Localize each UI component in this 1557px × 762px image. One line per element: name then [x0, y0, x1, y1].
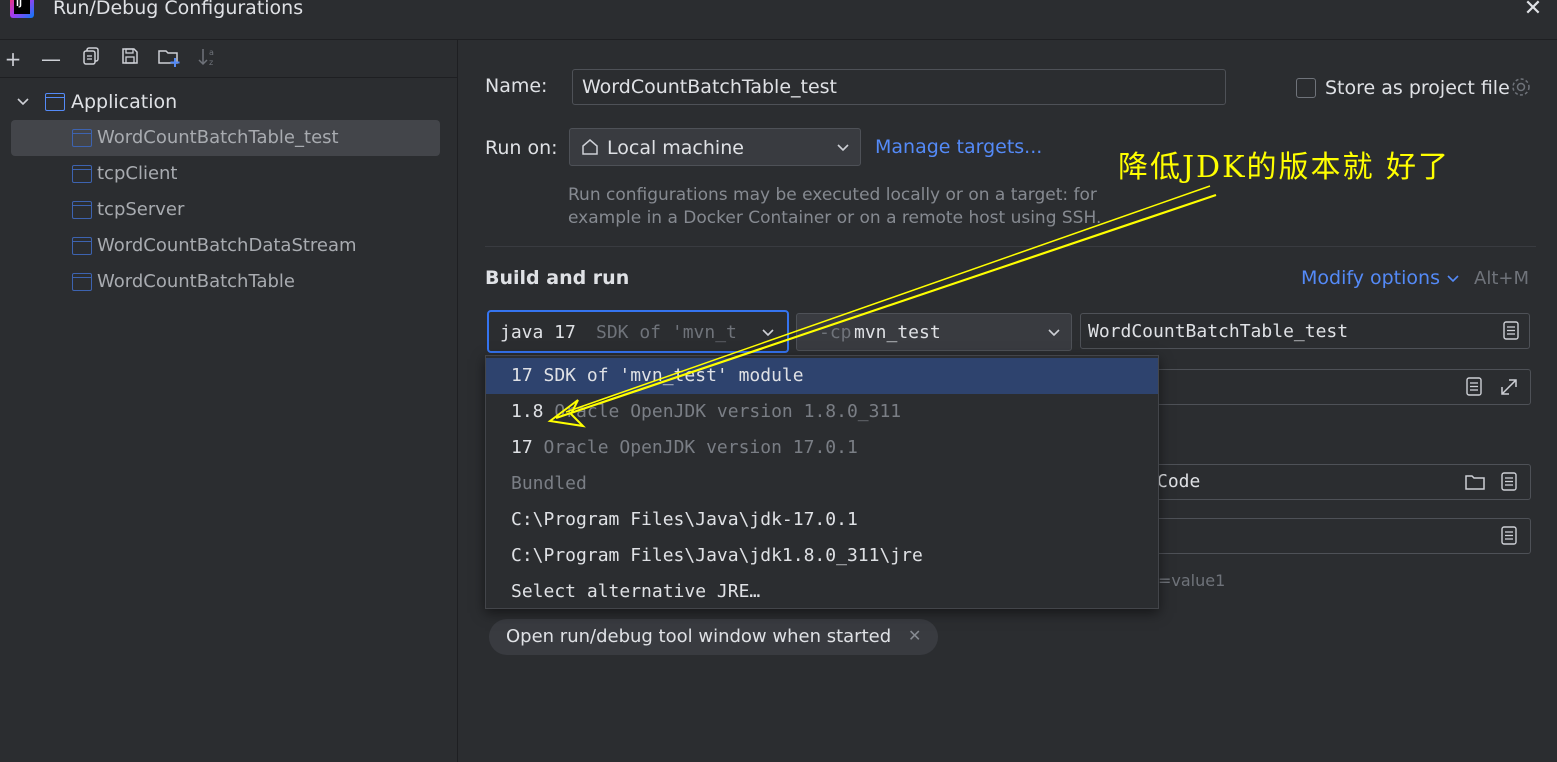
close-icon[interactable]: ✕	[908, 626, 921, 645]
sort-icon[interactable]: az	[195, 46, 221, 72]
annotation-text: 降低JDK的版本就 好了	[1118, 150, 1451, 185]
run-on-dropdown[interactable]: Local machine	[569, 128, 861, 166]
jre-value: java 17	[500, 322, 576, 343]
jre-option-main: C:\Program Files\Java\jdk-17.0.1	[511, 509, 858, 530]
jre-sub-value: SDK of 'mvn_t	[596, 322, 737, 343]
home-icon	[581, 138, 599, 161]
jre-option[interactable]: 17 SDK of 'mvn_test' module	[486, 358, 1158, 394]
run-on-hint-line-2: example in a Docker Container or on a re…	[568, 208, 1102, 228]
store-as-project-file-checkbox[interactable]	[1296, 78, 1316, 98]
run-on-value: Local machine	[607, 137, 744, 159]
modify-options-shortcut: Alt+M	[1474, 268, 1529, 289]
program-arguments-field[interactable]	[1150, 369, 1531, 405]
tag-label: Open run/debug tool window when started	[506, 626, 892, 647]
main-class-value: WordCountBatchTable_test	[1088, 321, 1349, 342]
chevron-down-icon[interactable]	[1446, 270, 1460, 291]
application-config-icon	[72, 129, 92, 147]
add-icon[interactable]: +	[0, 46, 26, 72]
application-config-icon	[72, 201, 92, 219]
tree-item-wordcountbatchtable-test[interactable]: WordCountBatchTable_test	[0, 121, 458, 155]
chevron-down-icon	[1047, 324, 1061, 345]
main-class-field[interactable]: WordCountBatchTable_test	[1080, 313, 1530, 349]
jre-option-sub: Bundled	[511, 473, 587, 494]
jre-popup-list: 17 SDK of 'mvn_test' module 1.8 Oracle O…	[485, 355, 1159, 609]
jre-option[interactable]: C:\Program Files\Java\jdk1.8.0_311\jre	[486, 538, 1158, 574]
document-icon[interactable]	[1501, 320, 1521, 347]
jre-option[interactable]: 17 Oracle OpenJDK version 17.0.1	[486, 430, 1158, 466]
chevron-down-icon	[836, 139, 850, 160]
tree-item-label: tcpServer	[97, 199, 185, 220]
manage-targets-link[interactable]: Manage targets...	[875, 136, 1042, 158]
name-label: Name:	[485, 75, 548, 97]
jre-option-main: C:\Program Files\Java\jdk1.8.0_311\jre	[511, 545, 923, 566]
application-config-icon	[72, 165, 92, 183]
jre-option-sub: Oracle OpenJDK version 1.8.0_311	[554, 401, 902, 422]
tree-item-tcpclient[interactable]: tcpClient	[0, 157, 458, 191]
tree-item-label: WordCountBatchTable_test	[97, 127, 339, 148]
working-directory-value: Code	[1157, 471, 1201, 492]
jre-option-main: 17 SDK of 'mvn_test' module	[511, 365, 804, 386]
tree-item-label: WordCountBatchDataStream	[97, 235, 357, 256]
application-icon	[45, 93, 65, 111]
window-title: Run/Debug Configurations	[53, 0, 304, 19]
tree-item-wordcountbatchtable[interactable]: WordCountBatchTable	[0, 265, 458, 299]
tree-item-tcpserver[interactable]: tcpServer	[0, 193, 458, 227]
jre-option[interactable]: Select alternative JRE…	[486, 574, 1158, 610]
classpath-prefix: -cp	[819, 322, 852, 343]
logo-text: IJ	[14, 0, 30, 14]
application-config-icon	[72, 237, 92, 255]
tree-item-label: WordCountBatchTable	[97, 271, 296, 292]
tree-group-label: Application	[71, 91, 178, 113]
name-field[interactable]: WordCountBatchTable_test	[572, 69, 1226, 105]
gear-icon[interactable]	[1509, 75, 1533, 104]
chevron-down-icon	[761, 324, 775, 345]
jre-option[interactable]: C:\Program Files\Java\jdk-17.0.1	[486, 502, 1158, 538]
environment-variables-field[interactable]	[1150, 518, 1531, 554]
classpath-dropdown[interactable]: -cp mvn_test	[796, 313, 1072, 351]
store-as-project-file-label[interactable]: Store as project file	[1325, 77, 1510, 99]
document-icon[interactable]	[1464, 376, 1484, 403]
application-config-icon	[72, 273, 92, 291]
tree-group-application[interactable]: Application	[0, 85, 458, 119]
expand-icon[interactable]	[1498, 376, 1520, 403]
remove-icon[interactable]: —	[38, 46, 64, 72]
jre-option-main: 17	[511, 437, 533, 458]
jre-option[interactable]: 1.8 Oracle OpenJDK version 1.8.0_311	[486, 394, 1158, 430]
sidebar-toolbar: + — az	[0, 40, 458, 78]
section-divider	[485, 246, 1536, 247]
document-icon[interactable]	[1499, 471, 1519, 498]
document-icon[interactable]	[1499, 525, 1519, 552]
tree-item-label: tcpClient	[97, 163, 178, 184]
jre-option-main: 1.8	[511, 401, 544, 422]
jre-dropdown[interactable]: java 17 SDK of 'mvn_t	[487, 310, 789, 353]
close-icon[interactable]: ✕	[1520, 0, 1546, 22]
jre-option-group-header: Bundled	[486, 466, 1158, 502]
run-on-hint-line-1: Run configurations may be executed local…	[568, 185, 1097, 205]
new-folder-icon[interactable]	[156, 46, 182, 72]
working-directory-field[interactable]: Code	[1150, 464, 1531, 500]
folder-icon[interactable]	[1464, 472, 1486, 497]
svg-text:a: a	[209, 48, 214, 57]
build-and-run-heading: Build and run	[485, 267, 630, 289]
save-icon[interactable]	[117, 46, 143, 72]
run-on-label: Run on:	[485, 137, 558, 159]
svg-text:z: z	[209, 58, 213, 67]
classpath-value: mvn_test	[854, 322, 941, 343]
jre-option-sub: Oracle OpenJDK version 17.0.1	[543, 437, 858, 458]
modify-options-link[interactable]: Modify options	[1301, 267, 1440, 289]
name-field-value: WordCountBatchTable_test	[582, 76, 837, 98]
open-tool-window-tag[interactable]: Open run/debug tool window when started …	[489, 619, 938, 655]
copy-icon[interactable]	[78, 46, 104, 72]
tree-item-wordcountbatchdatastream[interactable]: WordCountBatchDataStream	[0, 229, 458, 263]
environment-variables-hint: =value1	[1158, 571, 1226, 590]
intellij-logo-icon: IJ	[10, 0, 34, 18]
jre-option-main: Select alternative JRE…	[511, 581, 761, 602]
